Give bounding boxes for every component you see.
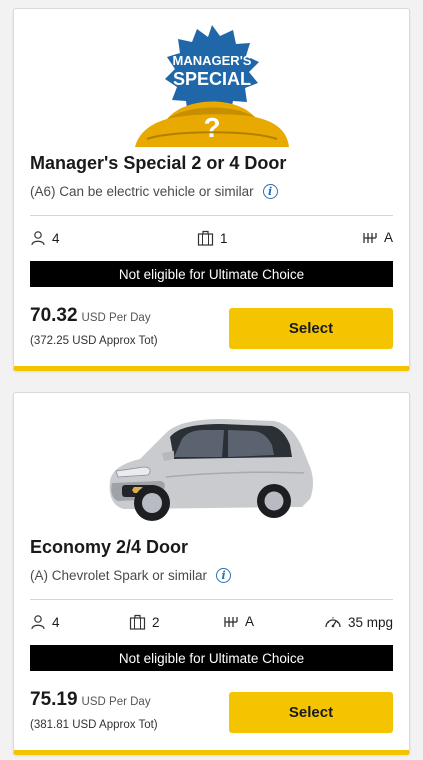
info-icon[interactable]: i	[262, 184, 278, 199]
spec-transmission: A	[223, 614, 254, 629]
vehicle-subtitle: (A) Chevrolet Spark or similar i	[30, 568, 232, 583]
price-total: (381.81 USD Approx Tot)	[30, 719, 158, 731]
price-unit: USD Per Day	[81, 696, 151, 708]
badge-line1: MANAGER'S	[172, 53, 251, 68]
spec-bags: 1	[197, 230, 228, 246]
vehicle-title: Economy 2/4 Door	[30, 537, 189, 557]
spec-transmission-value: A	[245, 614, 255, 629]
spec-transmission: A	[362, 230, 393, 245]
luggage-icon	[129, 614, 146, 630]
mpg-gauge-icon	[325, 617, 341, 628]
vehicle-title: Manager's Special 2 or 4 Door	[30, 153, 287, 173]
price-total: (372.25 USD Approx Tot)	[30, 335, 158, 347]
price-amount: 75.19	[30, 689, 78, 710]
person-icon	[31, 615, 45, 630]
badge-question-mark: ?	[203, 112, 220, 143]
car-image-chevrolet-spark	[109, 419, 313, 521]
price-per-day: 75.19 USD Per Day	[30, 689, 151, 711]
transmission-icon	[224, 616, 238, 627]
managers-special-image: MANAGER'S SPECIAL ?	[134, 25, 289, 147]
price-amount: 70.32	[30, 305, 78, 326]
person-icon	[31, 231, 45, 246]
spec-transmission-value: A	[383, 230, 393, 245]
spec-bags-value: 1	[220, 230, 228, 246]
divider	[30, 599, 393, 600]
spec-bags: 2	[129, 614, 160, 630]
vehicle-specs: 4 1 A	[30, 230, 393, 250]
spec-passengers-value: 4	[52, 230, 60, 246]
price-per-day: 70.32 USD Per Day	[30, 305, 151, 327]
vehicle-specs: 4 2 A 35 mpg	[30, 614, 393, 634]
badge-line2: SPECIAL	[172, 69, 250, 89]
vehicle-subtitle-text: (A) Chevrolet Spark or similar	[30, 568, 208, 583]
spec-mpg-value: 35 mpg	[347, 614, 393, 630]
spec-passengers: 4	[30, 614, 60, 630]
ultimate-choice-banner: Not eligible for Ultimate Choice	[30, 645, 393, 671]
vehicle-subtitle: (A6) Can be electric vehicle or similar …	[30, 184, 278, 199]
luggage-icon	[197, 230, 214, 246]
price-unit: USD Per Day	[81, 312, 151, 324]
select-button[interactable]: Select	[229, 692, 393, 733]
vehicle-card-economy: Economy 2/4 Door (A) Chevrolet Spark or …	[13, 392, 410, 755]
divider	[30, 215, 393, 216]
info-icon[interactable]: i	[216, 568, 232, 583]
spec-bags-value: 2	[152, 614, 160, 630]
spec-passengers: 4	[30, 230, 60, 246]
vehicle-card-managers-special: MANAGER'S SPECIAL ? Manager's Special 2 …	[13, 8, 410, 371]
spec-passengers-value: 4	[52, 614, 60, 630]
transmission-icon	[363, 232, 377, 243]
vehicle-subtitle-text: (A6) Can be electric vehicle or similar	[30, 184, 254, 199]
ultimate-choice-banner: Not eligible for Ultimate Choice	[30, 261, 393, 287]
select-button[interactable]: Select	[229, 308, 393, 349]
spec-mpg: 35 mpg	[324, 614, 393, 630]
